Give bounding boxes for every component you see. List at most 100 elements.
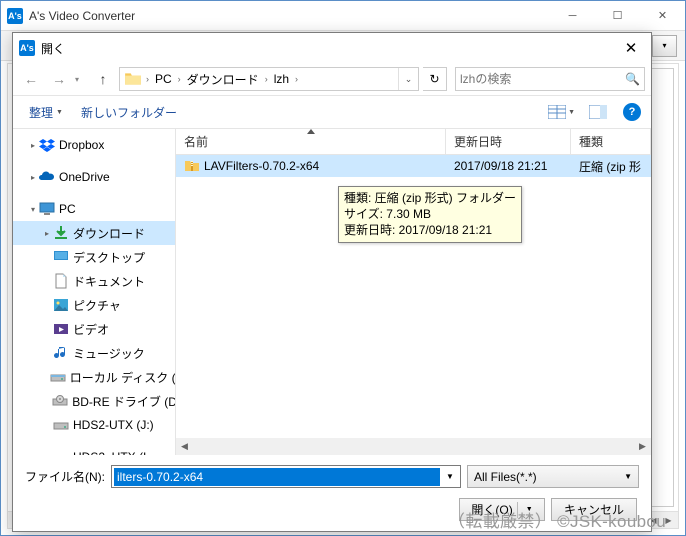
filename-label: ファイル名(N): xyxy=(25,468,105,485)
tree-hds2[interactable]: HDS2-UTX (J:) xyxy=(13,413,175,437)
filename-combo[interactable]: ilters-0.70.2-x64 ▼ xyxy=(111,465,461,488)
file-row[interactable]: LAVFilters-0.70.2-x64 2017/09/18 21:21 圧… xyxy=(176,155,651,177)
tree-label: OneDrive xyxy=(59,170,110,184)
caret-down-icon[interactable]: ▼ xyxy=(441,472,459,481)
app-icon: A's xyxy=(7,8,23,24)
tree-pictures[interactable]: ピクチャ xyxy=(13,293,175,317)
col-date[interactable]: 更新日時 xyxy=(446,129,571,154)
preview-pane-icon xyxy=(589,105,607,119)
breadcrumb-downloads[interactable]: ダウンロード xyxy=(183,68,263,90)
breadcrumb-lzh[interactable]: lzh xyxy=(270,68,293,90)
back-button[interactable]: ← xyxy=(19,67,43,91)
new-folder-button[interactable]: 新しいフォルダー xyxy=(75,101,183,124)
file-date: 2017/09/18 21:21 xyxy=(446,159,571,173)
tree-label: ドキュメント xyxy=(73,273,145,290)
search-box[interactable]: 🔍 xyxy=(455,67,645,91)
view-button[interactable]: ▼ xyxy=(544,100,579,124)
caret-down-icon: ▼ xyxy=(624,472,632,481)
tree-label: ビデオ xyxy=(73,321,109,338)
toolbar: 整理 ▼ 新しいフォルダー ▼ ? xyxy=(13,95,651,129)
expand-icon[interactable]: ▸ xyxy=(27,141,39,150)
tree-bdre[interactable]: BD-RE ドライブ (D xyxy=(13,389,175,413)
forward-button[interactable]: → xyxy=(47,67,71,91)
dialog-close-button[interactable]: ✕ xyxy=(611,34,651,62)
dropbox-icon xyxy=(39,137,55,153)
drive-icon xyxy=(53,449,69,455)
col-type[interactable]: 種類 xyxy=(571,129,651,154)
parent-dropdown[interactable]: ▾ xyxy=(652,35,677,57)
parent-titlebar: A's A's Video Converter ─ ☐ ✕ xyxy=(1,1,685,31)
scroll-left-icon[interactable]: ◀ xyxy=(176,441,193,452)
dialog-title: 開く xyxy=(41,40,611,57)
search-input[interactable] xyxy=(460,72,625,86)
tree-dropbox[interactable]: ▸ Dropbox xyxy=(13,133,175,157)
tree-hds2b[interactable]: HDS2_UTX (I xyxy=(13,445,175,455)
onedrive-icon xyxy=(39,169,55,185)
tree-onedrive[interactable]: ▸ OneDrive xyxy=(13,165,175,189)
music-icon xyxy=(53,345,69,361)
nav-tree[interactable]: ▸ Dropbox ▸ OneDrive ▾ PC ▸ ダウンロード xyxy=(13,129,176,455)
caret-down-icon[interactable]: ▼ xyxy=(526,506,533,513)
zip-icon xyxy=(184,158,200,174)
preview-pane-button[interactable] xyxy=(585,100,611,124)
caret-down-icon: ▼ xyxy=(568,109,575,116)
open-button[interactable]: 開く(O) ▼ xyxy=(459,498,545,521)
expand-icon[interactable]: ▸ xyxy=(27,173,39,182)
filename-input[interactable]: ilters-0.70.2-x64 xyxy=(114,468,440,486)
tree-downloads[interactable]: ▸ ダウンロード xyxy=(13,221,175,245)
tree-documents[interactable]: ドキュメント xyxy=(13,269,175,293)
help-button[interactable]: ? xyxy=(623,103,641,121)
chevron-right-icon[interactable]: › xyxy=(263,74,270,84)
organize-button[interactable]: 整理 ▼ xyxy=(23,101,69,124)
drive-icon xyxy=(50,369,66,385)
tree-videos[interactable]: ビデオ xyxy=(13,317,175,341)
cancel-button[interactable]: キャンセル xyxy=(551,498,637,521)
dialog-titlebar: A's 開く ✕ xyxy=(13,33,651,63)
tree-label: ミュージック xyxy=(73,345,145,362)
dialog-bottom: ファイル名(N): ilters-0.70.2-x64 ▼ All Files(… xyxy=(13,455,651,531)
tree-label: ローカル ディスク (C xyxy=(70,369,175,386)
tree-desktop[interactable]: デスクトップ xyxy=(13,245,175,269)
up-button[interactable]: ↑ xyxy=(91,67,115,91)
pictures-icon xyxy=(53,297,69,313)
tree-local-disk[interactable]: ローカル ディスク (C xyxy=(13,365,175,389)
file-type-filter[interactable]: All Files(*.*) ▼ xyxy=(467,465,639,488)
scroll-right-icon[interactable]: ▶ xyxy=(634,441,651,452)
breadcrumb-dropdown[interactable]: ⌄ xyxy=(398,68,418,90)
breadcrumb[interactable]: › PC › ダウンロード › lzh › ⌄ xyxy=(119,67,419,91)
videos-icon xyxy=(53,321,69,337)
folder-icon xyxy=(124,70,142,88)
chevron-right-icon[interactable]: › xyxy=(293,74,300,84)
downloads-icon xyxy=(53,225,69,241)
open-dialog: A's 開く ✕ ← → ▾ ↑ › PC › ダウンロード › lzh › ⌄… xyxy=(12,32,652,532)
tree-pc[interactable]: ▾ PC xyxy=(13,197,175,221)
file-list[interactable]: 名前 更新日時 種類 LAVFilters-0.70.2-x64 2017/09… xyxy=(176,129,651,455)
chevron-right-icon[interactable]: › xyxy=(176,74,183,84)
pc-icon xyxy=(39,201,55,217)
tree-music[interactable]: ミュージック xyxy=(13,341,175,365)
expand-icon[interactable]: ▸ xyxy=(41,229,53,238)
breadcrumb-pc[interactable]: PC xyxy=(151,68,176,90)
tree-label: ダウンロード xyxy=(73,225,145,242)
dialog-app-icon: A's xyxy=(19,40,35,56)
scroll-right-icon[interactable]: ▶ xyxy=(661,514,676,527)
tooltip: 種類: 圧縮 (zip 形式) フォルダー サイズ: 7.30 MB 更新日時:… xyxy=(338,186,522,243)
chevron-right-icon[interactable]: › xyxy=(144,74,151,84)
history-dropdown[interactable]: ▾ xyxy=(75,75,87,84)
column-header[interactable]: 名前 更新日時 種類 xyxy=(176,129,651,155)
desktop-icon xyxy=(53,249,69,265)
refresh-button[interactable]: ↻ xyxy=(423,67,447,91)
h-scrollbar[interactable]: ◀ ▶ xyxy=(176,438,651,455)
organize-label: 整理 xyxy=(29,104,53,121)
open-button-label: 開く(O) xyxy=(471,501,512,518)
close-button[interactable]: ✕ xyxy=(640,1,685,30)
tree-label: BD-RE ドライブ (D xyxy=(72,393,175,410)
col-name[interactable]: 名前 xyxy=(176,129,446,154)
tree-label: HDS2_UTX (I xyxy=(73,450,146,455)
drive-icon xyxy=(53,417,69,433)
nav-bar: ← → ▾ ↑ › PC › ダウンロード › lzh › ⌄ ↻ 🔍 xyxy=(13,63,651,95)
minimize-button[interactable]: ─ xyxy=(550,1,595,30)
search-icon[interactable]: 🔍 xyxy=(625,72,640,86)
collapse-icon[interactable]: ▾ xyxy=(27,205,39,214)
maximize-button[interactable]: ☐ xyxy=(595,1,640,30)
